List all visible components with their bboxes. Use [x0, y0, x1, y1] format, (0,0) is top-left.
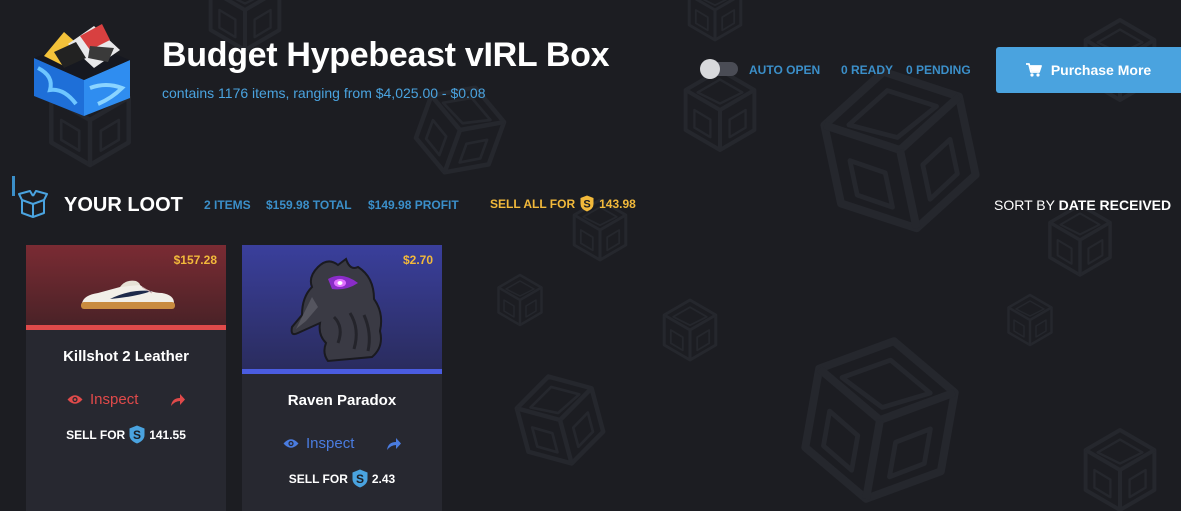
box-image: [34, 24, 130, 116]
auto-open-label[interactable]: AUTO OPEN: [749, 63, 820, 77]
card-actions: Inspect: [26, 391, 226, 411]
item-price: $2.70: [402, 253, 433, 267]
sell-all-label: SELL ALL FOR: [490, 196, 576, 211]
sort-value: DATE RECEIVED: [1058, 197, 1172, 213]
sell-all-button[interactable]: SELL ALL FOR S 143.98: [490, 195, 636, 212]
inspect-label: Inspect: [306, 435, 355, 452]
rarity-bar: [26, 325, 226, 330]
loot-total: $159.98 TOTAL: [266, 198, 352, 212]
raven-image: [290, 257, 383, 363]
sell-for-label: SELL FOR: [66, 427, 126, 442]
section-accent-line: [12, 176, 15, 196]
auto-open-toggle[interactable]: [700, 59, 738, 79]
box-title: Budget Hypebeast vIRL Box: [162, 36, 610, 74]
coin-icon: S: [129, 425, 145, 444]
sort-dropdown[interactable]: SORT BY DATE RECEIVED ⌄: [994, 197, 1181, 213]
rarity-bar: [242, 369, 442, 374]
sneaker-image: [81, 280, 175, 309]
loot-profit: $149.98 PROFIT: [368, 198, 459, 212]
item-name: Killshot 2 Leather: [63, 348, 189, 365]
sell-for-button[interactable]: SELL FOR S 141.55: [26, 425, 226, 444]
card-image-area: $2.70: [242, 245, 442, 369]
loot-card[interactable]: $2.70 Raven Paradox Inspect SELL FOR S 2…: [242, 245, 442, 511]
toggle-knob: [700, 59, 720, 79]
pending-count: 0 PENDING: [906, 63, 971, 77]
ready-count: 0 READY: [841, 63, 894, 77]
card-image-area: $157.28: [26, 245, 226, 325]
inspect-button[interactable]: Inspect: [283, 435, 354, 452]
svg-text:S: S: [133, 428, 141, 442]
svg-text:S: S: [356, 472, 364, 486]
cart-icon: [1025, 63, 1042, 77]
inspect-button[interactable]: Inspect: [67, 391, 138, 408]
sell-for-amount: 141.55: [149, 427, 186, 442]
card-actions: Inspect: [242, 435, 442, 455]
sell-for-label: SELL FOR: [288, 471, 348, 486]
sell-for-button[interactable]: SELL FOR S 2.43: [242, 469, 442, 488]
your-loot-heading: YOUR LOOT: [64, 194, 183, 216]
sort-label: SORT BY: [994, 197, 1055, 213]
inspect-label: Inspect: [90, 391, 139, 408]
eye-icon: [67, 395, 83, 404]
sell-for-amount: 2.43: [371, 471, 396, 486]
purchase-more-button[interactable]: Purchase More: [996, 47, 1181, 93]
svg-text:S: S: [583, 199, 590, 211]
share-icon[interactable]: [170, 392, 186, 408]
open-box-icon: [18, 190, 48, 218]
purchase-more-label: Purchase More: [1050, 62, 1152, 78]
loot-card[interactable]: $157.28 Killshot 2 Leather Inspect SELL …: [26, 245, 226, 511]
item-name: Raven Paradox: [287, 392, 397, 409]
box-subtitle: contains 1176 items, ranging from $4,025…: [162, 85, 486, 101]
coin-icon: S: [352, 469, 368, 488]
sell-all-amount: 143.98: [599, 196, 636, 211]
item-price: $157.28: [173, 253, 217, 267]
items-count: 2 ITEMS: [204, 198, 251, 212]
eye-icon: [283, 439, 299, 448]
coin-icon: S: [580, 195, 594, 212]
share-icon[interactable]: [386, 436, 402, 452]
